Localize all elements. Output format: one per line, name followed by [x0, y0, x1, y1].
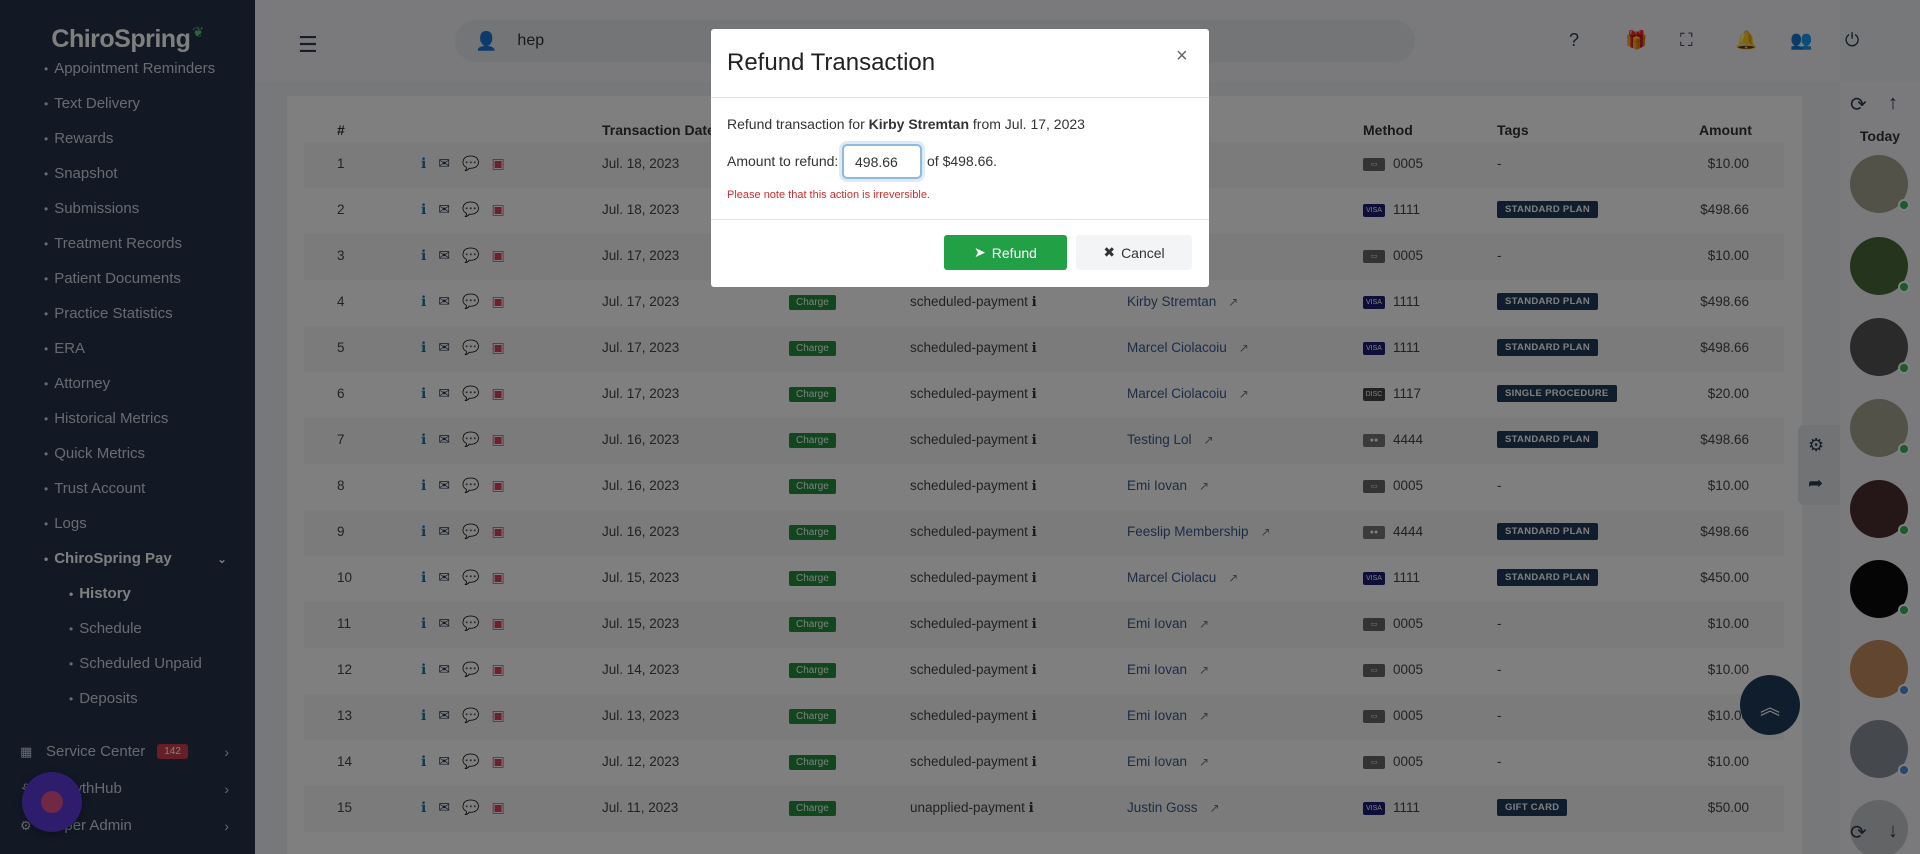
- divider: [711, 97, 1209, 98]
- refund-description: Refund transaction for Kirby Stremtan fr…: [727, 116, 1085, 132]
- refund-modal: Refund Transaction × Refund transaction …: [711, 29, 1209, 287]
- irreversible-warning: Please note that this action is irrevers…: [727, 189, 930, 201]
- close-icon[interactable]: ×: [1176, 45, 1188, 68]
- send-icon: ➤: [974, 244, 986, 260]
- close-icon: ✖: [1103, 244, 1116, 260]
- refund-button[interactable]: ➤ Refund: [944, 235, 1067, 270]
- refund-amount-input[interactable]: [842, 144, 922, 179]
- refund-patient-name: Kirby Stremtan: [868, 116, 969, 132]
- divider: [711, 219, 1209, 220]
- cancel-button[interactable]: ✖ Cancel: [1076, 235, 1192, 270]
- refund-total: of $498.66.: [927, 153, 998, 169]
- modal-title: Refund Transaction: [727, 49, 936, 76]
- amount-label: Amount to refund:: [727, 153, 839, 169]
